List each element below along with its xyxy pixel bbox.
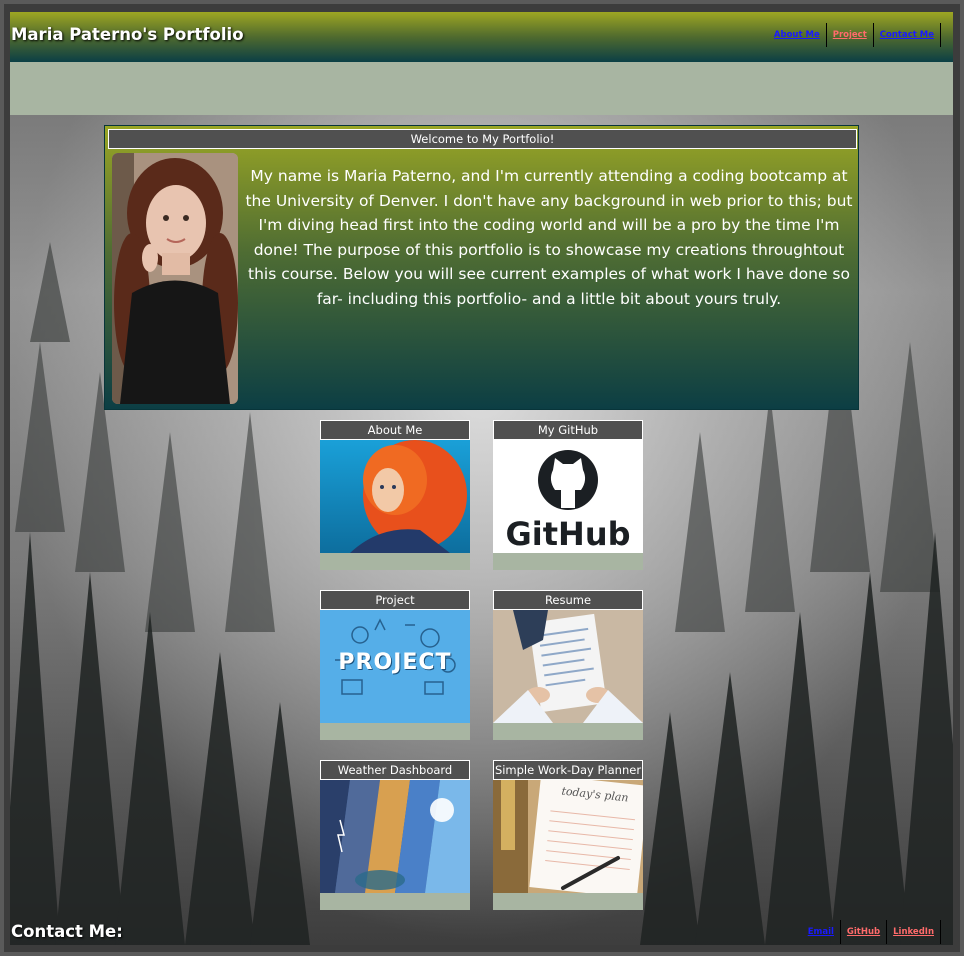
card-title: About Me (320, 420, 470, 440)
card-project-image[interactable]: PROJECT (320, 610, 470, 723)
footer-email-link[interactable]: Email (802, 920, 841, 944)
site-header: Maria Paterno's Portfolio About Me Proje… (10, 12, 953, 62)
footer-links: Email GitHub LinkedIn (802, 920, 941, 944)
card-resume-image[interactable] (493, 610, 643, 723)
project-wordmark: PROJECT (338, 650, 452, 675)
nav-project-link[interactable]: Project (827, 23, 874, 47)
nav-contact-me-link[interactable]: Contact Me (874, 23, 941, 47)
hero-banner (10, 62, 953, 115)
welcome-title: Welcome to My Portfolio! (108, 129, 857, 149)
welcome-section: Welcome to My Portfolio! My name is Mari… (104, 125, 859, 410)
footer-linkedin-link[interactable]: LinkedIn (887, 920, 941, 944)
card-project[interactable]: Project PROJECT (320, 590, 470, 740)
profile-photo (112, 153, 238, 404)
card-planner-image[interactable]: today's plan (493, 780, 643, 893)
github-wordmark: GitHub (505, 515, 631, 553)
card-github-image[interactable]: GitHub (493, 440, 643, 553)
card-title: My GitHub (493, 420, 643, 440)
card-about-me[interactable]: About Me (320, 420, 470, 570)
card-work-day-planner[interactable]: Simple Work-Day Planner today's plan (493, 760, 643, 910)
welcome-text: My name is Maria Paterno, and I'm curren… (245, 167, 853, 308)
site-title: Maria Paterno's Portfolio (11, 25, 244, 44)
card-title: Resume (493, 590, 643, 610)
card-weather-dashboard[interactable]: Weather Dashboard (320, 760, 470, 910)
header-nav: About Me Project Contact Me (768, 23, 941, 47)
card-my-github[interactable]: My GitHub GitHub (493, 420, 643, 570)
card-about-me-image[interactable] (320, 440, 470, 553)
card-title: Simple Work-Day Planner (493, 760, 643, 780)
card-resume[interactable]: Resume (493, 590, 643, 740)
card-title: Weather Dashboard (320, 760, 470, 780)
card-weather-image[interactable] (320, 780, 470, 893)
card-title: Project (320, 590, 470, 610)
nav-about-me-link[interactable]: About Me (768, 23, 827, 47)
page: Maria Paterno's Portfolio About Me Proje… (10, 12, 953, 945)
footer-github-link[interactable]: GitHub (841, 920, 888, 944)
contact-me-heading: Contact Me: (11, 922, 123, 941)
